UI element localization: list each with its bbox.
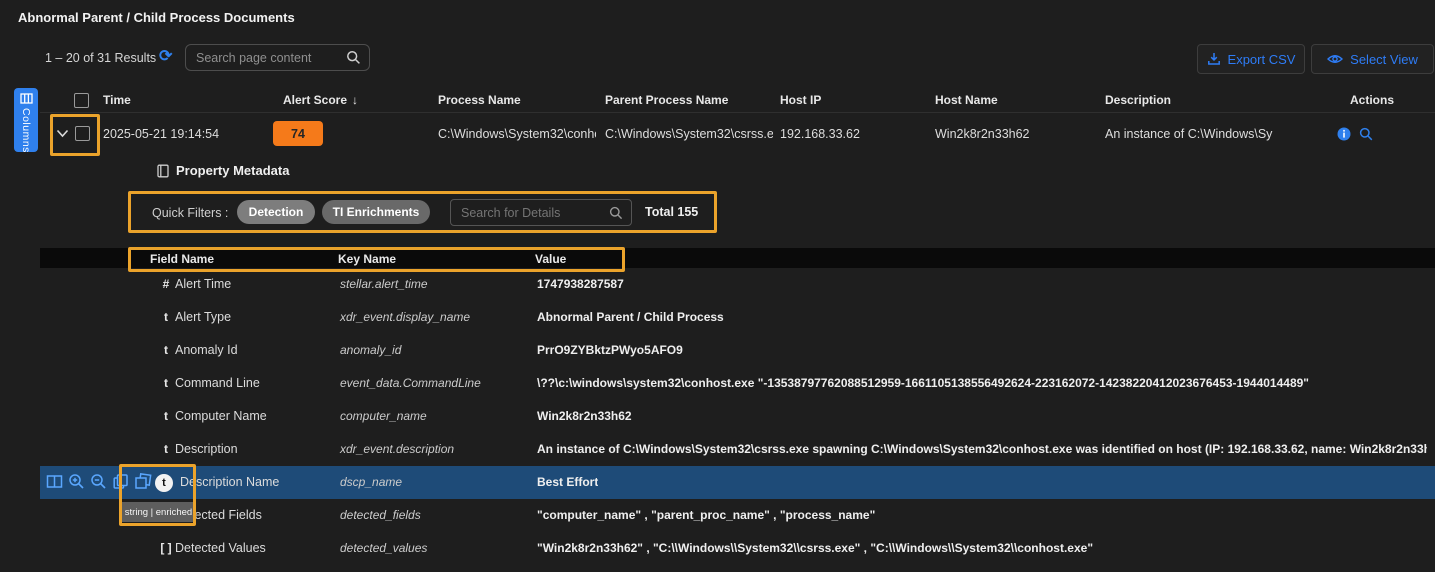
page-title: Abnormal Parent / Child Process Document… [18, 10, 295, 25]
search-action-icon[interactable] [1359, 127, 1373, 141]
split-columns-icon[interactable] [46, 473, 63, 495]
details-search-input[interactable] [459, 205, 609, 221]
row-checkbox[interactable] [75, 126, 90, 141]
field-value: Win2k8r2n33h62 [537, 400, 632, 433]
refresh-icon[interactable]: ⟳ [159, 46, 172, 66]
field-name: Description [175, 433, 238, 466]
export-csv-button[interactable]: Export CSV [1197, 44, 1305, 74]
key-name: xdr_event.display_name [340, 301, 470, 334]
field-value: An instance of C:\Windows\System32\csrss… [537, 433, 1427, 466]
metadata-header-strip [40, 248, 1435, 268]
field-value: 1747938287587 [537, 268, 624, 301]
key-name: xdr_event.description [340, 433, 454, 466]
table-columns-icon [20, 93, 33, 104]
cell-process-name: C:\Windows\System32\conho [438, 127, 596, 141]
meta-col-field-name: Field Name [150, 252, 214, 266]
key-name: dscp_name [340, 466, 402, 499]
copy-enriched-icon[interactable] [134, 473, 152, 495]
key-name: detected_fields [340, 499, 421, 532]
field-name: Alert Time [175, 268, 231, 301]
download-icon [1207, 52, 1221, 66]
meta-row-alert-time[interactable]: # Alert Time stellar.alert_time 17479382… [40, 268, 1435, 301]
meta-row-description-name[interactable]: t Description Name dscp_name Best Effort [40, 466, 1435, 499]
key-name: stellar.alert_time [340, 268, 428, 301]
cell-host-ip: 192.168.33.62 [780, 127, 920, 141]
eye-icon [1327, 53, 1343, 65]
field-value: PrrO9ZYBktzPWyo5AFO9 [537, 334, 683, 367]
col-header-host-name[interactable]: Host Name [935, 93, 998, 107]
zoom-in-icon[interactable] [68, 473, 85, 495]
field-value: "Win2k8r2n33h62" , "C:\\Windows\\System3… [537, 532, 1093, 565]
col-header-host-ip[interactable]: Host IP [780, 93, 821, 107]
page-search-box[interactable] [185, 44, 370, 71]
row-hover-toolbar [46, 473, 152, 495]
field-name: Command Line [175, 367, 260, 400]
copy-icon[interactable] [112, 473, 129, 495]
filter-pill-ti-enrichments[interactable]: TI Enrichments [322, 200, 430, 224]
col-header-time[interactable]: Time [103, 93, 131, 107]
col-header-parent-process-name[interactable]: Parent Process Name [605, 93, 728, 107]
col-header-process-name[interactable]: Process Name [438, 93, 521, 107]
sort-desc-icon[interactable]: ↓ [352, 93, 358, 107]
key-name: computer_name [340, 400, 427, 433]
page-search-input[interactable] [194, 50, 346, 66]
row-expand-chevron-icon[interactable] [56, 129, 69, 138]
header-divider [40, 112, 1435, 113]
meta-row-alert-type[interactable]: t Alert Type xdr_event.display_name Abno… [40, 301, 1435, 334]
type-tooltip: string | enriched [121, 502, 196, 522]
enriched-string-type-icon: t [155, 474, 173, 492]
col-header-description[interactable]: Description [1105, 93, 1171, 107]
results-count: 1 – 20 of 31 Results [45, 51, 156, 65]
field-name: Description Name [180, 466, 279, 499]
quick-filters-label: Quick Filters : [152, 206, 228, 220]
cell-description: An instance of C:\Windows\Sy [1105, 127, 1330, 141]
key-name: anomaly_id [340, 334, 401, 367]
filter-pill-detection[interactable]: Detection [237, 200, 315, 224]
app-screen: Abnormal Parent / Child Process Document… [0, 0, 1435, 572]
meta-row-command-line[interactable]: t Command Line event_data.CommandLine \?… [40, 367, 1435, 400]
search-icon [609, 206, 623, 220]
export-csv-label: Export CSV [1228, 52, 1296, 67]
field-value: Abnormal Parent / Child Process [537, 301, 724, 334]
field-name: Detected Values [175, 532, 266, 565]
meta-col-value: Value [535, 252, 566, 266]
meta-row-detected-fields[interactable]: [ ] Detected Fields detected_fields "com… [40, 499, 1435, 532]
search-icon [346, 50, 361, 65]
cell-host-name: Win2k8r2n33h62 [935, 127, 1085, 141]
select-all-checkbox[interactable] [74, 93, 89, 108]
row-actions [1337, 127, 1373, 141]
meta-row-computer-name[interactable]: t Computer Name computer_name Win2k8r2n3… [40, 400, 1435, 433]
meta-row-detected-values[interactable]: [ ] Detected Values detected_values "Win… [40, 532, 1435, 565]
col-header-actions: Actions [1350, 93, 1394, 107]
field-value: "computer_name" , "parent_proc_name" , "… [537, 499, 875, 532]
details-search-box[interactable] [450, 199, 632, 226]
select-view-label: Select View [1350, 52, 1418, 67]
key-name: detected_values [340, 532, 427, 565]
cell-time: 2025-05-21 19:14:54 [103, 127, 263, 141]
field-value: Best Effort [537, 466, 598, 499]
field-value: \??\c:\windows\system32\conhost.exe "-13… [537, 367, 1309, 400]
columns-button-label: Columns [20, 108, 32, 153]
col-header-alert-score[interactable]: Alert Score ↓ [283, 93, 358, 107]
alert-score-badge: 74 [273, 121, 323, 146]
meta-col-key-name: Key Name [338, 252, 396, 266]
info-icon[interactable] [1337, 127, 1351, 141]
meta-row-anomaly-id[interactable]: t Anomaly Id anomaly_id PrrO9ZYBktzPWyo5… [40, 334, 1435, 367]
field-name: Alert Type [175, 301, 231, 334]
key-name: event_data.CommandLine [340, 367, 481, 400]
meta-row-description[interactable]: t Description xdr_event.description An i… [40, 433, 1435, 466]
alert-score-label: Alert Score [283, 93, 347, 107]
book-icon [156, 164, 170, 178]
select-view-button[interactable]: Select View [1311, 44, 1434, 74]
property-metadata-title: Property Metadata [176, 163, 289, 178]
total-count: Total 155 [645, 205, 698, 219]
field-name: Computer Name [175, 400, 267, 433]
columns-panel-button[interactable]: Columns [14, 88, 38, 152]
field-name: Anomaly Id [175, 334, 238, 367]
zoom-out-icon[interactable] [90, 473, 107, 495]
cell-parent-process-name: C:\Windows\System32\csrss.e [605, 127, 773, 141]
